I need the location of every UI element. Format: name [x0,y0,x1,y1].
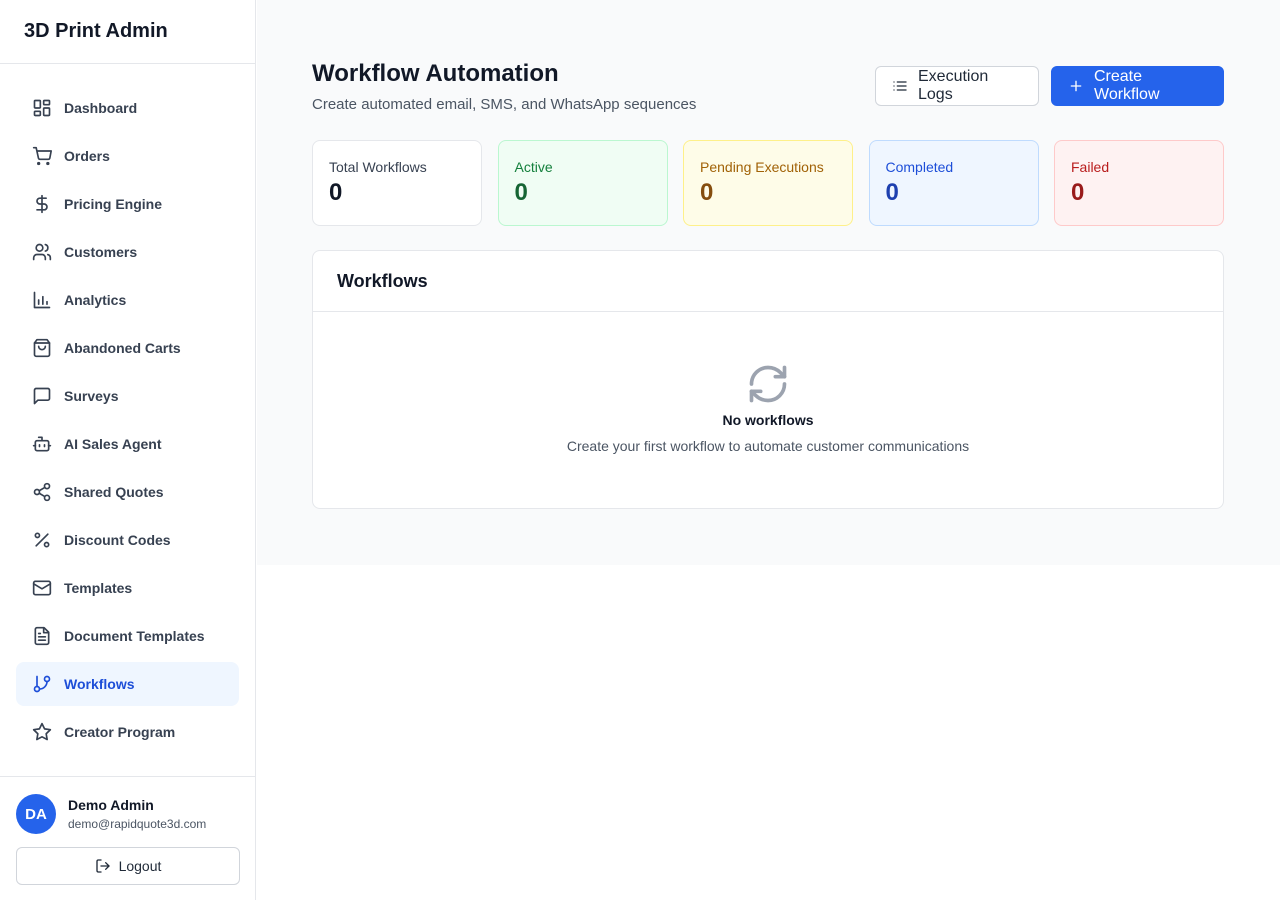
sidebar-item-label: Shared Quotes [64,484,164,500]
stat-label: Completed [885,159,954,175]
mail-icon [32,578,52,598]
sidebar-item-label: Pricing Engine [64,196,163,212]
shopping-bag-icon [32,338,52,358]
sidebar-item-analytics[interactable]: Analytics [16,278,239,322]
users-icon [32,242,52,262]
stat-card-failed: Failed 0 [1054,140,1224,226]
cart-icon [32,146,52,166]
sidebar-item-label: Analytics [64,292,127,308]
sidebar-item-templates[interactable]: Templates [16,566,239,610]
main-content: Workflow Automation Create automated ema… [257,0,1280,565]
execution-logs-button[interactable]: Execution Logs [875,66,1039,106]
sidebar-item-abandoned-carts[interactable]: Abandoned Carts [16,326,239,370]
app-title: 3D Print Admin [24,20,168,42]
bot-icon [32,434,52,454]
brand: 3D Print Admin [0,0,255,64]
sidebar-footer: DA Demo Admin demo@rapidquote3d.com Logo… [0,776,256,900]
user-email: demo@rapidquote3d.com [68,817,207,831]
page-header: Workflow Automation Create automated ema… [312,60,1224,113]
percent-icon [32,530,52,550]
dashboard-icon [32,98,52,118]
message-square-icon [32,386,52,406]
stats-row: Total Workflows 0 Active 0 Pending Execu… [312,140,1224,226]
logout-icon [95,858,111,874]
file-text-icon [32,626,52,646]
empty-state-description: Create your first workflow to automate c… [566,438,970,454]
sidebar: 3D Print Admin Dashboard Orders Pricing … [0,0,256,900]
sidebar-item-label: Abandoned Carts [64,340,181,356]
sidebar-item-document-templates[interactable]: Document Templates [16,614,239,658]
bar-chart-icon [32,290,52,310]
empty-state-title: No workflows [722,412,814,428]
sidebar-item-pricing-engine[interactable]: Pricing Engine [16,182,239,226]
git-branch-icon [32,674,52,694]
panel-title: Workflows [337,270,428,291]
stat-label: Pending Executions [700,159,824,175]
sidebar-item-surveys[interactable]: Surveys [16,374,239,418]
share-icon [32,482,52,502]
sidebar-item-label: Orders [64,148,110,164]
sidebar-item-ai-sales-agent[interactable]: AI Sales Agent [16,422,239,466]
sidebar-item-label: Templates [64,580,133,596]
panel-header: Workflows [313,251,1223,312]
sidebar-item-creator-program[interactable]: Creator Program [16,710,239,754]
sidebar-item-label: Discount Codes [64,532,171,548]
logout-label: Logout [118,858,162,874]
execution-logs-label: Execution Logs [918,68,989,103]
sidebar-item-label: AI Sales Agent [64,436,162,452]
stat-card-completed: Completed 0 [868,140,1039,226]
plus-icon [1068,78,1084,94]
sidebar-item-label: Surveys [64,388,119,404]
user-profile: DA Demo Admin demo@rapidquote3d.com [16,794,240,834]
stat-value: 0 [514,179,528,206]
sidebar-nav: Dashboard Orders Pricing Engine Customer… [0,64,255,754]
stat-label: Active [514,159,553,175]
sidebar-item-workflows[interactable]: Workflows [16,662,239,706]
avatar: DA [16,794,56,834]
star-icon [32,722,52,742]
user-name: Demo Admin [68,797,154,813]
sidebar-item-shared-quotes[interactable]: Shared Quotes [16,470,239,514]
header-actions: Execution Logs Create Workflow [875,66,1224,106]
stat-card-total-workflows: Total Workflows 0 [312,140,482,226]
stat-value: 0 [885,179,899,206]
stat-value: 0 [329,179,343,206]
sidebar-item-label: Document Templates [64,628,205,644]
stat-value: 0 [700,179,714,206]
logout-button[interactable]: Logout [16,847,240,885]
sidebar-item-customers[interactable]: Customers [16,230,239,274]
sidebar-item-label: Creator Program [64,724,176,740]
refresh-icon [746,362,790,406]
stat-card-active: Active 0 [497,140,668,226]
sidebar-item-label: Dashboard [64,100,138,116]
create-workflow-button[interactable]: Create Workflow [1051,66,1224,106]
list-icon [892,78,908,94]
stat-card-pending-executions: Pending Executions 0 [683,140,853,226]
sidebar-item-discount-codes[interactable]: Discount Codes [16,518,239,562]
sidebar-item-label: Customers [64,244,138,260]
stat-label: Total Workflows [329,159,427,175]
sidebar-item-dashboard[interactable]: Dashboard [16,86,239,130]
dollar-icon [32,194,52,214]
sidebar-item-orders[interactable]: Orders [16,134,239,178]
create-workflow-label: Create Workflow [1094,68,1160,103]
workflows-panel: Workflows No workflows Create your first… [312,250,1224,509]
stat-label: Failed [1071,159,1110,175]
stat-value: 0 [1071,179,1085,206]
sidebar-item-label: Workflows [64,676,135,692]
empty-state: No workflows Create your first workflow … [313,312,1223,454]
